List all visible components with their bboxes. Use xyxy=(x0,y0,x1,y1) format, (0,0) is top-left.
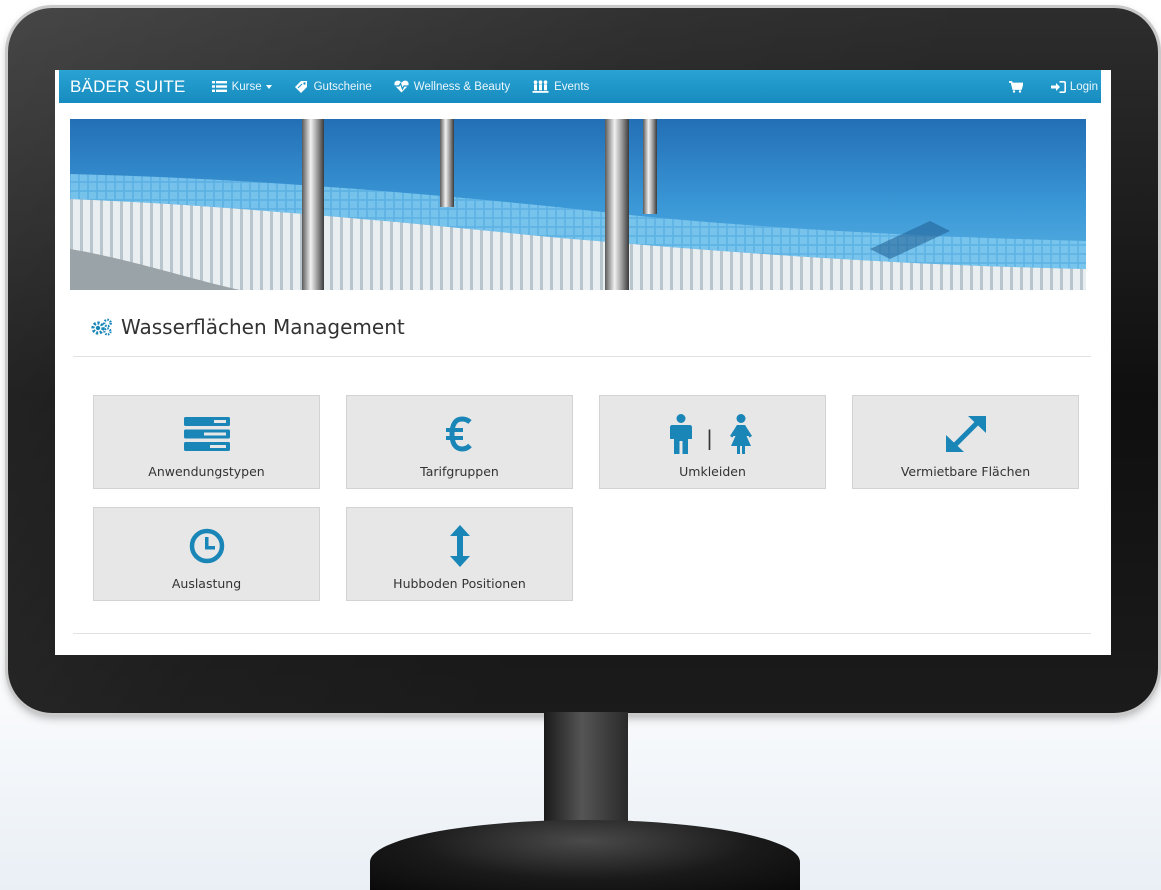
nav-item-label: Wellness & Beauty xyxy=(413,80,511,93)
tile-label: Tarifgruppen xyxy=(420,464,499,479)
female-icon xyxy=(729,414,752,454)
tile-label: Anwendungstypen xyxy=(148,464,265,479)
tile-icon-wrap xyxy=(445,414,474,454)
tile-icon-wrap xyxy=(449,525,470,567)
nav-item-label: Kurse xyxy=(231,80,262,93)
sign-in-icon xyxy=(1050,80,1066,93)
tile-umkleiden[interactable]: | Umkleiden xyxy=(599,395,826,489)
hero-pool-image xyxy=(70,119,1086,290)
tile-anwendungstypen[interactable]: Anwendungstypen xyxy=(93,395,320,489)
heartbeat-icon xyxy=(394,80,409,93)
tile-icon-wrap xyxy=(189,526,225,566)
pool-illustration xyxy=(70,119,1086,290)
nav-item-gutscheine[interactable]: Gutscheine xyxy=(294,80,372,93)
login-label: Login xyxy=(1069,80,1098,93)
tile-icon-wrap: | xyxy=(670,414,755,454)
server-icon xyxy=(183,417,230,451)
male-icon xyxy=(670,414,693,454)
vertical-resize-icon xyxy=(449,525,470,567)
cart-button[interactable] xyxy=(1008,80,1023,93)
euro-icon xyxy=(445,416,472,452)
tile-label: Hubboden Positionen xyxy=(393,576,526,591)
tile-label: Auslastung xyxy=(171,576,242,591)
tile-icon-wrap xyxy=(945,414,986,454)
tile-icon-wrap xyxy=(183,414,230,454)
list-icon xyxy=(211,81,227,92)
people-icon xyxy=(532,80,549,93)
nav-item-label: Events xyxy=(554,80,590,93)
tile-label: Vermietbare Flächen xyxy=(900,464,1031,479)
tile-tarifgruppen[interactable]: Tarifgruppen xyxy=(346,395,573,489)
brand-logo[interactable]: BÄDER SUITE xyxy=(70,77,186,97)
separator: | xyxy=(706,426,713,450)
page-header: Wasserflächen Management xyxy=(91,315,405,339)
tile-label: Umkleiden xyxy=(679,464,746,479)
divider xyxy=(73,356,1091,357)
nav-item-label: Gutscheine xyxy=(313,80,372,93)
nav-item-events[interactable]: Events xyxy=(532,80,589,93)
nav-item-kurse[interactable]: Kurse xyxy=(211,80,272,93)
top-navbar: BÄDER SUITE Kurse Gutscheine Wellness & … xyxy=(59,70,1101,103)
expand-icon xyxy=(945,416,986,452)
monitor-screen: BÄDER SUITE Kurse Gutscheine Wellness & … xyxy=(55,70,1111,655)
tile-vermietbare-flaechen[interactable]: Vermietbare Flächen xyxy=(852,395,1079,489)
cogs-icon xyxy=(91,318,112,336)
monitor-stand-base xyxy=(370,820,800,890)
ticket-icon xyxy=(294,81,307,93)
caret-down-icon xyxy=(265,84,272,89)
cart-icon xyxy=(1008,80,1023,93)
divider xyxy=(73,633,1091,634)
tile-auslastung[interactable]: Auslastung xyxy=(93,507,320,601)
page-title: Wasserflächen Management xyxy=(121,315,405,339)
login-link[interactable]: Login xyxy=(1050,80,1098,93)
tile-hubboden-positionen[interactable]: Hubboden Positionen xyxy=(346,507,573,601)
nav-item-wellness[interactable]: Wellness & Beauty xyxy=(394,80,510,93)
navbar-right: Login xyxy=(1008,80,1101,93)
clock-icon xyxy=(189,528,224,564)
